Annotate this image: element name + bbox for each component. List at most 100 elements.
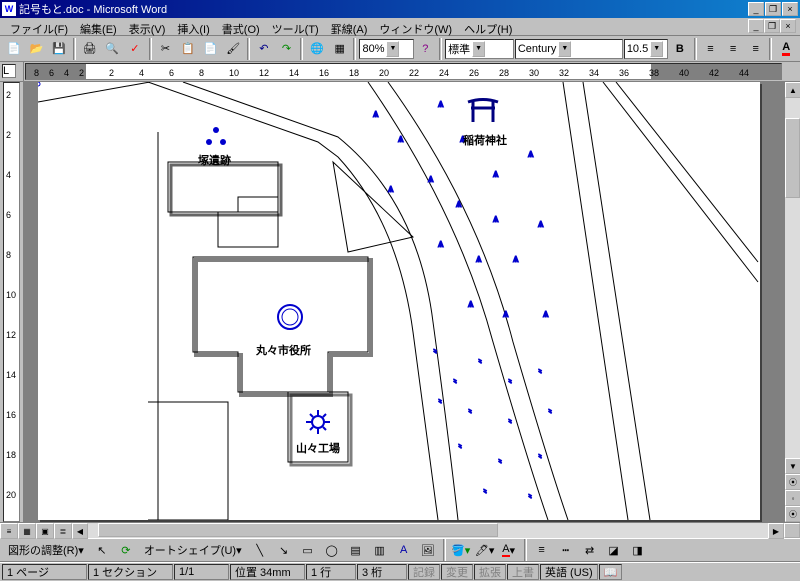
status-pages: 1/1 xyxy=(174,564,229,580)
align-right-button[interactable]: ≡ xyxy=(745,38,767,60)
svg-text:〟: 〟 xyxy=(498,453,509,465)
rotate-button[interactable]: ⟳ xyxy=(115,539,137,561)
doc-close-button[interactable]: × xyxy=(780,19,796,33)
cut-button[interactable]: ✂ xyxy=(155,38,177,60)
svg-text:ѧ: ѧ xyxy=(468,298,474,310)
open-button[interactable]: 📂 xyxy=(26,38,48,60)
outline-view-button[interactable]: ≣ xyxy=(54,523,72,539)
scroll-up-button[interactable]: ▲ xyxy=(785,82,800,98)
line-button[interactable]: ╲ xyxy=(249,539,271,561)
doc-restore-button[interactable]: ❐ xyxy=(764,19,780,33)
new-button[interactable]: 📄 xyxy=(3,38,25,60)
ruler-corner: L xyxy=(0,62,24,81)
line-style-button[interactable]: ≡ xyxy=(531,539,553,561)
tab-selector[interactable]: L xyxy=(2,64,16,78)
oval-button[interactable]: ◯ xyxy=(321,539,343,561)
print-button[interactable]: 🖨 xyxy=(79,38,101,60)
maximize-button[interactable]: ❐ xyxy=(765,2,781,16)
spell-button[interactable]: ✓ xyxy=(124,38,146,60)
arrow-style-button[interactable]: ⇄ xyxy=(579,539,601,561)
menu-ruled[interactable]: 罫線(A) xyxy=(325,19,374,34)
save-button[interactable]: 💾 xyxy=(48,38,70,60)
font-combo[interactable]: Century▼ xyxy=(515,39,623,59)
redo-button[interactable]: ↷ xyxy=(276,38,298,60)
svg-text:ѧ: ѧ xyxy=(528,148,534,160)
label-ruins: 塚遺跡 xyxy=(198,152,231,168)
wordart-button[interactable]: A xyxy=(393,539,415,561)
draw-adjust-menu[interactable]: 図形の調整(R) ▾ xyxy=(3,539,89,561)
title-bar: W 記号もと.doc - Microsoft Word _ ❐ × xyxy=(0,0,800,18)
autoshape-menu[interactable]: オートシェイプ(U) ▾ xyxy=(139,539,247,561)
scroll-left-button[interactable]: ◀ xyxy=(72,523,88,539)
status-trk: 変更 xyxy=(441,564,473,580)
3d-button[interactable]: ◨ xyxy=(627,539,649,561)
menu-help[interactable]: ヘルプ(H) xyxy=(458,19,518,34)
style-combo[interactable]: 標準▼ xyxy=(445,39,514,59)
shadow-button[interactable]: ◪ xyxy=(603,539,625,561)
line-color-button[interactable]: 🖊▾ xyxy=(474,539,496,561)
svg-text:ѧ: ѧ xyxy=(503,308,509,320)
view-buttons: ≡ ▦ ▣ ≣ xyxy=(0,523,72,538)
menu-insert[interactable]: 挿入(I) xyxy=(171,19,215,34)
vertical-scrollbar[interactable]: ▲ ▼ ⦿ ◦ ⦿ xyxy=(784,82,800,522)
hyperlink-button[interactable]: 🌐 xyxy=(306,38,328,60)
svg-text:ѧ: ѧ xyxy=(428,173,434,185)
paste-button[interactable]: 📄 xyxy=(200,38,222,60)
font-color-button-2[interactable]: A▾ xyxy=(498,539,520,561)
menu-view[interactable]: 表示(V) xyxy=(123,19,172,34)
scroll-right-button[interactable]: ▶ xyxy=(768,523,784,539)
font-color-button[interactable]: A xyxy=(775,38,797,60)
menu-tools[interactable]: ツール(T) xyxy=(266,19,325,34)
svg-text:〟: 〟 xyxy=(538,448,549,460)
undo-button[interactable]: ↶ xyxy=(253,38,275,60)
hscroll-thumb[interactable] xyxy=(98,523,498,537)
help-button[interactable]: ? xyxy=(415,38,437,60)
close-button[interactable]: × xyxy=(782,2,798,16)
weblayout-view-button[interactable]: ▦ xyxy=(18,523,36,539)
format-painter-button[interactable]: 🖌 xyxy=(222,38,244,60)
clipart-button[interactable]: 🖼 xyxy=(417,539,439,561)
window-title: 記号もと.doc - Microsoft Word xyxy=(19,1,748,17)
align-center-button[interactable]: ≡ xyxy=(722,38,744,60)
doc-minimize-button[interactable]: _ xyxy=(748,19,764,33)
zoom-combo[interactable]: 80%▼ xyxy=(359,39,413,59)
select-objects-button[interactable]: ↖ xyxy=(91,539,113,561)
next-page-button[interactable]: ⦿ xyxy=(785,506,800,522)
status-line: 1 行 xyxy=(306,564,356,580)
scroll-down-button[interactable]: ▼ xyxy=(785,458,800,474)
align-left-button[interactable]: ≡ xyxy=(700,38,722,60)
vertical-ruler[interactable]: 2 2 4 6 8 10 12 14 16 18 20 xyxy=(0,82,24,522)
status-book-icon: 📖 xyxy=(599,564,623,580)
horizontal-scrollbar[interactable]: ◀ ▶ xyxy=(72,523,784,538)
svg-text:ѧ: ѧ xyxy=(388,183,394,195)
horizontal-ruler[interactable]: 8 6 4 2 2 4 6 8 10 12 14 16 18 20 22 24 … xyxy=(25,63,782,80)
preview-button[interactable]: 🔍 xyxy=(101,38,123,60)
size-combo[interactable]: 10.5▼ xyxy=(624,39,668,59)
scroll-thumb[interactable] xyxy=(785,118,800,198)
svg-text:ѧ: ѧ xyxy=(543,308,549,320)
svg-text:ѧ: ѧ xyxy=(493,168,499,180)
rectangle-button[interactable]: ▭ xyxy=(297,539,319,561)
label-factory: 山々工場 xyxy=(296,440,340,456)
page[interactable]: ѧ ѧ ѧ ѧ ѧ ѧ ѧ ѧ ѧ ѧ ѧ ѧ ѧ ѧ ѧ xyxy=(38,82,760,520)
menu-file[interactable]: ファイル(F) xyxy=(4,19,74,34)
arrow-button[interactable]: ↘ xyxy=(273,539,295,561)
vtextbox-button[interactable]: ▥ xyxy=(369,539,391,561)
dash-style-button[interactable]: ┅ xyxy=(555,539,577,561)
bold-button[interactable]: B xyxy=(669,38,691,60)
svg-text:〟: 〟 xyxy=(458,438,469,450)
menu-window[interactable]: ウィンドウ(W) xyxy=(373,19,458,34)
normal-view-button[interactable]: ≡ xyxy=(0,523,18,539)
textbox-button[interactable]: ▤ xyxy=(345,539,367,561)
web-toolbar-button[interactable]: ▦ xyxy=(329,38,351,60)
fill-color-button[interactable]: 🪣▾ xyxy=(450,539,472,561)
menu-format[interactable]: 書式(O) xyxy=(216,19,266,34)
pagelayout-view-button[interactable]: ▣ xyxy=(36,523,54,539)
prev-page-button[interactable]: ⦿ xyxy=(785,474,800,490)
copy-button[interactable]: 📋 xyxy=(177,38,199,60)
svg-text:〟: 〟 xyxy=(433,343,444,355)
browse-object-button[interactable]: ◦ xyxy=(785,490,800,506)
menu-edit[interactable]: 編集(E) xyxy=(74,19,123,34)
status-page: 1 ページ xyxy=(2,564,87,580)
minimize-button[interactable]: _ xyxy=(748,2,764,16)
